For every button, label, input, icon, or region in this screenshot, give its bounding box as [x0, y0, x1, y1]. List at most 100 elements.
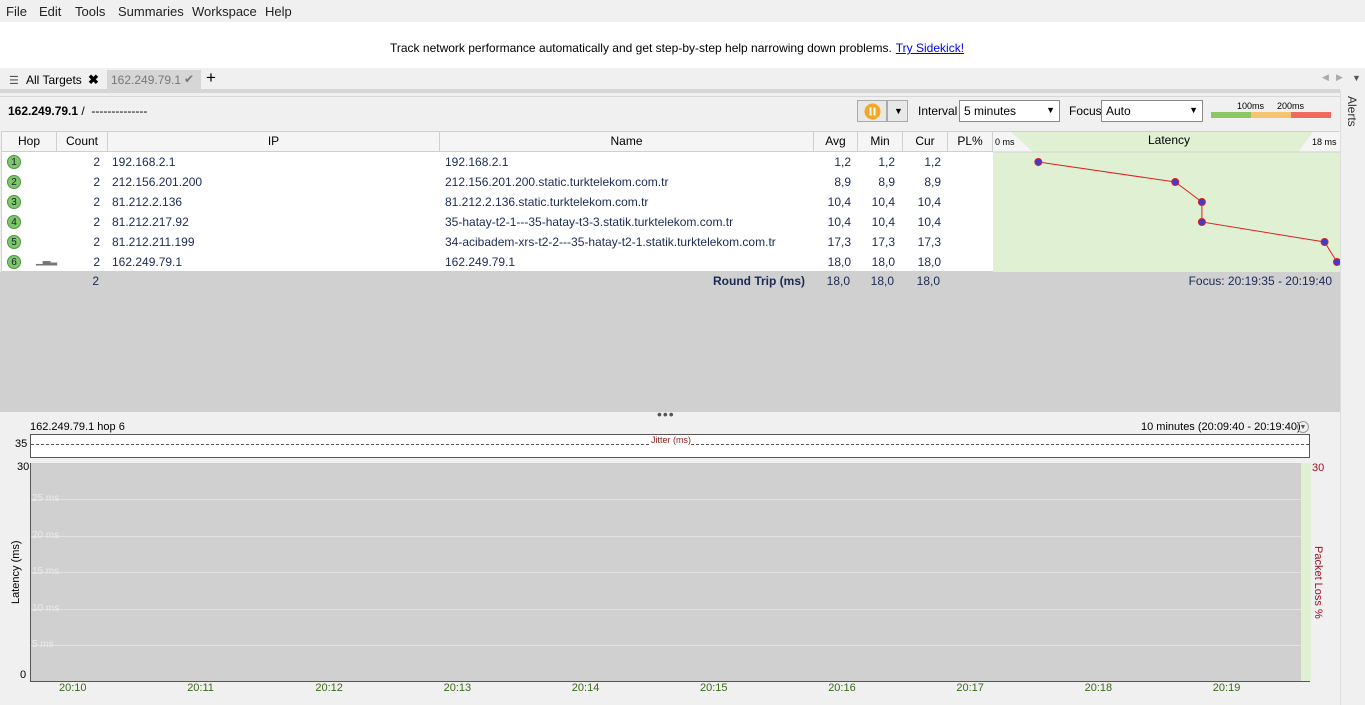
table-row[interactable]: 2 2 212.156.201.200 212.156.201.200.static.…	[2, 172, 993, 192]
row-hostname: 212.156.201.200.static.turktelekom.com.t…	[445, 175, 669, 189]
row-hostname: 81.212.2.136.static.turktelekom.com.tr	[445, 195, 649, 209]
x-tick-label: 20:15	[700, 682, 728, 694]
row-count: 2	[93, 255, 100, 269]
col-min[interactable]: Min	[858, 132, 903, 152]
tab-underline	[0, 89, 1340, 93]
focus-select[interactable]: Auto ▼	[1101, 100, 1203, 122]
close-icon[interactable]: ✖	[88, 72, 99, 88]
menu-workspace[interactable]: Workspace	[192, 4, 257, 19]
col-pl[interactable]: PL%	[948, 132, 993, 152]
latency-min-label: 0 ms	[995, 137, 1015, 147]
banner-message: Track network performance automatically …	[390, 41, 964, 55]
empty-table-area	[0, 290, 1340, 412]
bar-chart-icon[interactable]: ▁▃▂	[36, 255, 57, 266]
chevron-down-icon: ▼	[1189, 105, 1198, 115]
legend-200ms-label: 200ms	[1277, 101, 1305, 111]
col-name[interactable]: Name	[440, 132, 814, 152]
list-icon: ☰	[9, 75, 19, 87]
x-tick-label: 20:14	[571, 682, 600, 694]
col-latency[interactable]: Latency	[1148, 133, 1190, 147]
table-row[interactable]: 6 ▁▃▂ 2 162.249.79.1 162.249.79.1 18,0 18,0 18,…	[2, 252, 993, 272]
alerts-panel-toggle[interactable]: Alerts	[1340, 90, 1365, 705]
tab-menu-icon[interactable]: ▼	[1352, 73, 1361, 83]
sidekick-link[interactable]: Try Sidekick!	[896, 41, 964, 55]
focus-range: Focus: 20:19:35 - 20:19:40	[1188, 274, 1332, 288]
row-ip: 212.156.201.200	[112, 175, 203, 189]
row-ip: 81.212.2.136	[112, 195, 183, 209]
pause-dropdown[interactable]: ▼	[887, 100, 908, 122]
table-row[interactable]: 1 2 192.168.2.1 192.168.2.1 1,2 1,2 1,2	[2, 152, 993, 172]
pause-button[interactable]	[857, 100, 887, 122]
menu-edit[interactable]: Edit	[39, 4, 61, 19]
interval-select[interactable]: 5 minutes ▼	[959, 100, 1060, 122]
col-count[interactable]: Count	[57, 132, 108, 152]
y-max-label: 30	[17, 461, 30, 473]
scale-orange	[1251, 112, 1291, 118]
timeline-graph: 162.249.79.1 hop 6 10 minutes (20:09:40 …	[0, 420, 1340, 705]
check-icon: ✔	[184, 72, 195, 86]
col-ip[interactable]: IP	[108, 132, 440, 152]
gridline	[31, 535, 1301, 537]
x-tick-label: 20:17	[956, 682, 984, 694]
table-row[interactable]: 4 2 81.212.217.92 35-hatay-t2-1---35-hatay-…	[2, 212, 993, 232]
menu-help[interactable]: Help	[265, 4, 292, 19]
latency-line	[1038, 161, 1338, 263]
tab-target[interactable]: 162.249.79.1 ✔	[107, 70, 201, 89]
col-cur[interactable]: Cur	[903, 132, 948, 152]
hop-badge: 6	[7, 255, 21, 269]
scale-green	[1211, 112, 1251, 118]
latency-point	[1034, 158, 1043, 166]
menu-tools[interactable]: Tools	[75, 4, 105, 19]
chevron-down-icon: ▼	[894, 106, 903, 116]
row-min: 8,9	[878, 175, 895, 189]
banner-text: Track network performance automatically …	[390, 41, 892, 55]
menu-summaries[interactable]: Summaries	[118, 4, 184, 19]
target-toolbar: 162.249.79.1 / -------------- ▼ Interval…	[0, 96, 1340, 124]
table-row[interactable]: 3 2 81.212.2.136 81.212.2.136.static.turkte…	[2, 192, 993, 212]
range-dropdown-icon[interactable]: ▼	[1297, 421, 1309, 433]
latency-point	[1320, 238, 1329, 246]
gridline-label: 15 ms	[32, 566, 60, 577]
y-min-label: 0	[20, 669, 27, 681]
col-avg[interactable]: Avg	[814, 132, 858, 152]
latency-point	[1197, 218, 1206, 226]
col-hop[interactable]: Hop	[2, 132, 57, 152]
latency-point	[1197, 198, 1206, 206]
summary-cur: 18,0	[916, 274, 940, 288]
add-tab-icon[interactable]: +	[206, 68, 216, 88]
scroll-left-icon[interactable]: ◀	[1322, 72, 1329, 83]
trace-table: Hop Count IP Name Avg Min Cur PL% 0 ms L…	[1, 131, 1340, 272]
x-tick-label: 20:13	[443, 682, 472, 694]
row-cur: 17,3	[917, 235, 941, 249]
y-axis-label: Latency (ms)	[10, 540, 22, 604]
row-ip: 81.212.211.199	[112, 235, 195, 249]
latency-point	[1171, 178, 1180, 186]
splitter-handle[interactable]: •••	[0, 406, 1340, 422]
gridline	[31, 608, 1301, 610]
tab-all-targets-label: All Targets	[26, 73, 82, 87]
jitter-strip: Jitter (ms)	[30, 434, 1310, 458]
row-min: 10,4	[871, 215, 895, 229]
row-ip: 81.212.217.92	[112, 215, 189, 229]
row-count: 2	[93, 215, 100, 229]
table-row[interactable]: 5 2 81.212.211.199 34-acibadem-xrs-t2-2---3…	[2, 232, 993, 252]
row-hostname: 34-acibadem-xrs-t2-2---35-hatay-t2-1.sta…	[445, 235, 776, 249]
row-min: 1,2	[878, 155, 895, 169]
row-hostname: 192.168.2.1	[445, 155, 509, 169]
round-trip-label: Round Trip (ms)	[713, 274, 805, 288]
row-ip: 192.168.2.1	[112, 155, 176, 169]
row-cur: 10,4	[917, 215, 941, 229]
summary-min: 18,0	[870, 274, 894, 288]
row-pl	[948, 212, 988, 232]
x-tick-label: 20:10	[59, 682, 87, 694]
tab-all-targets[interactable]: ☰ All Targets ✖	[5, 70, 105, 89]
gridline-label: 20 ms	[32, 529, 60, 541]
pl-axis-label: Packet Loss %	[1312, 546, 1324, 619]
menu-file[interactable]: File	[6, 4, 27, 19]
row-cur: 18,0	[917, 255, 941, 269]
tab-target-label: 162.249.79.1	[111, 73, 182, 87]
plot-area: 25 ms 20 ms 15 ms 10 ms 5 ms	[30, 463, 1311, 682]
hop-badge: 4	[7, 215, 21, 229]
hop-badge: 2	[7, 175, 21, 189]
scroll-right-icon[interactable]: ▶	[1336, 72, 1343, 83]
